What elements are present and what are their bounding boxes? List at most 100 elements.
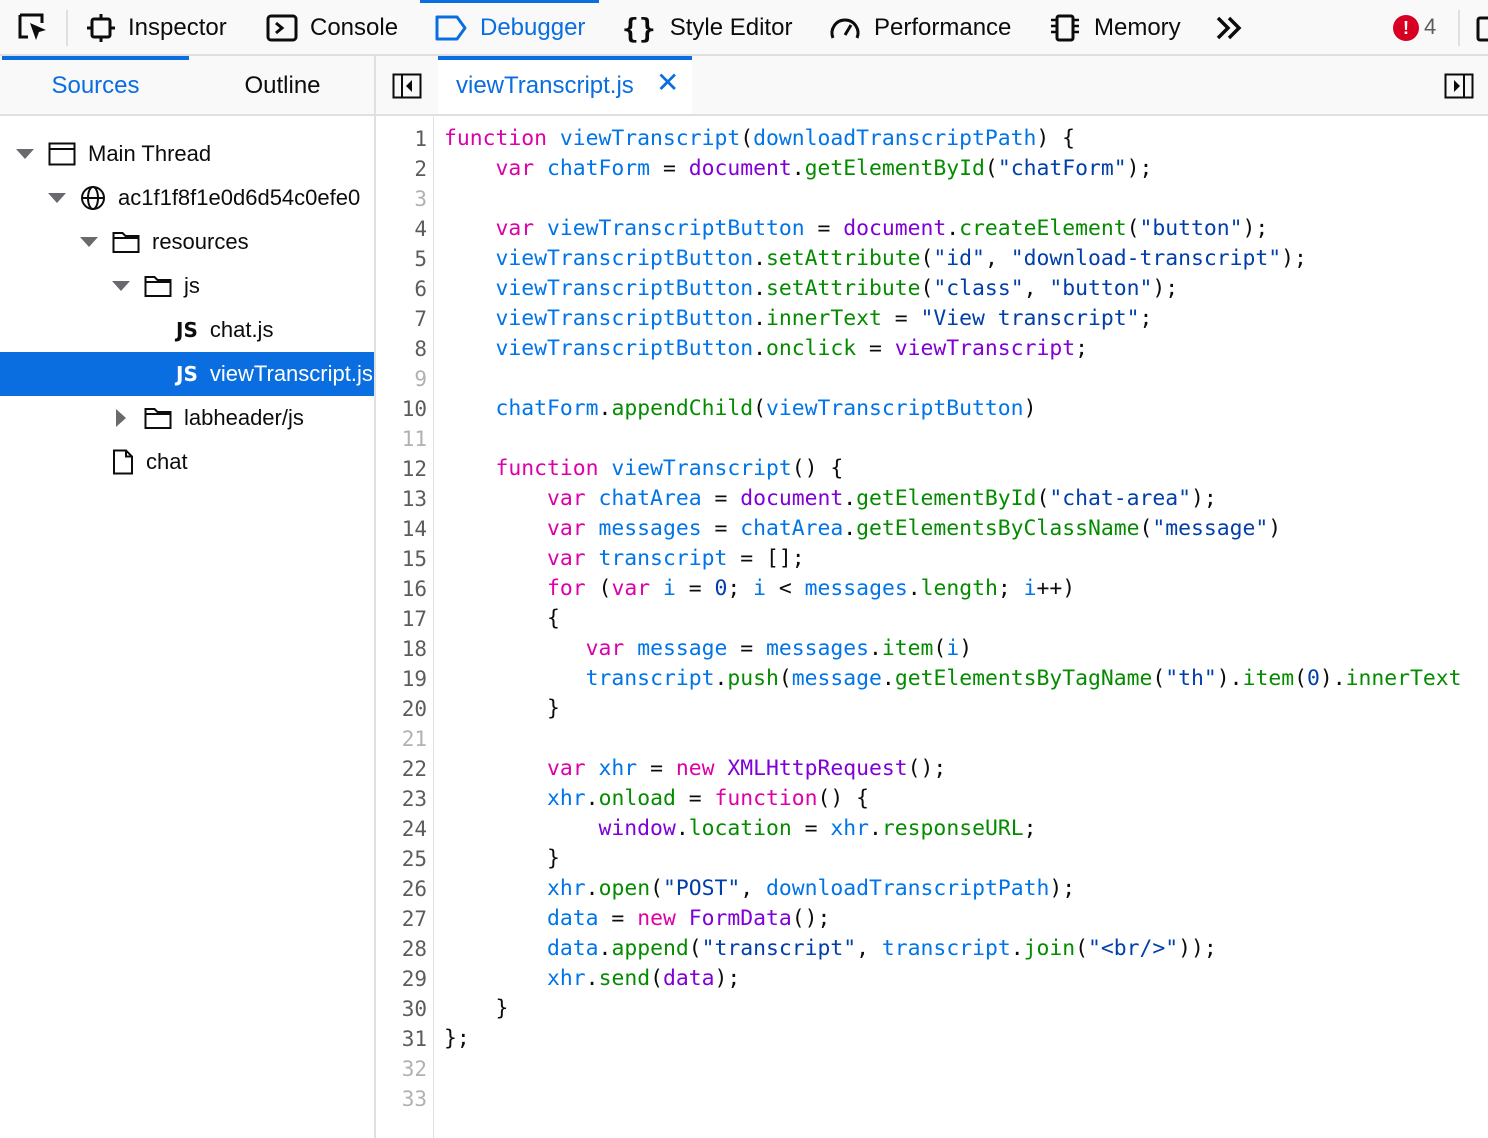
- code-token: viewTranscript: [559, 126, 741, 151]
- line-number[interactable]: 14: [402, 514, 427, 544]
- code-token: ++): [1036, 576, 1076, 601]
- tab-console[interactable]: Console: [266, 0, 398, 56]
- line-number[interactable]: 7: [414, 304, 427, 334]
- code-line: }: [444, 844, 560, 874]
- line-number[interactable]: 31: [402, 1024, 427, 1054]
- line-number[interactable]: 13: [402, 484, 427, 514]
- code-token: createElement: [959, 216, 1127, 241]
- line-number[interactable]: 27: [402, 904, 427, 934]
- code-token: xhr: [830, 816, 870, 841]
- line-number[interactable]: 20: [402, 694, 427, 724]
- code-token: }: [444, 696, 560, 721]
- tree-item-label: chat.js: [209, 317, 274, 342]
- tab-outline[interactable]: Outline: [189, 56, 376, 114]
- tree-item-main-thread[interactable]: Main Thread: [0, 132, 374, 176]
- close-tab-icon[interactable]: ✕: [656, 68, 679, 98]
- line-number[interactable]: 4: [414, 214, 427, 244]
- code-token: ;: [1139, 306, 1153, 331]
- dock-options-icon[interactable]: [1474, 14, 1488, 44]
- tree-item-label: Main Thread: [88, 141, 212, 166]
- line-number[interactable]: 33: [402, 1084, 427, 1114]
- tab-inspector[interactable]: Inspector: [86, 0, 227, 56]
- toggle-debugger-panel-icon[interactable]: [1444, 73, 1474, 99]
- tab-performance[interactable]: Performance: [828, 0, 1011, 56]
- code-token: viewTranscriptButton: [495, 306, 754, 331]
- tree-item-label: labheader/js: [184, 405, 304, 430]
- element-picker-button[interactable]: [16, 0, 62, 56]
- line-number[interactable]: 9: [414, 364, 427, 394]
- line-number[interactable]: 16: [402, 574, 427, 604]
- editor-tab-viewtranscript[interactable]: viewTranscript.js ✕: [438, 56, 692, 114]
- tree-item-resources[interactable]: resources: [0, 220, 374, 264]
- tree-item-domain[interactable]: ac1f1f8f1e0d6d54c0efe0: [0, 176, 374, 220]
- code-token: "id": [933, 246, 985, 271]
- code-token: =: [650, 156, 689, 181]
- tree-item-labheader-js[interactable]: labheader/js: [0, 396, 374, 440]
- line-number[interactable]: 26: [402, 874, 427, 904]
- tab-sources[interactable]: Sources: [2, 56, 189, 114]
- code-editor[interactable]: function viewTranscript(downloadTranscri…: [444, 116, 1488, 1138]
- code-token: chatArea: [740, 516, 844, 541]
- tree-item-js[interactable]: js: [0, 264, 374, 308]
- error-icon[interactable]: !: [1393, 15, 1419, 41]
- line-number[interactable]: 22: [402, 754, 427, 784]
- line-number[interactable]: 24: [402, 814, 427, 844]
- tree-item-chat-js[interactable]: JS chat.js: [0, 308, 374, 352]
- code-token: new: [637, 906, 689, 931]
- code-token: ;: [1075, 336, 1088, 361]
- code-token: var: [585, 636, 638, 661]
- tab-style-editor[interactable]: {} Style Editor: [622, 0, 792, 56]
- line-number[interactable]: 1: [414, 124, 427, 154]
- line-number[interactable]: 21: [402, 724, 427, 754]
- line-number[interactable]: 6: [414, 274, 427, 304]
- code-token: .: [585, 876, 599, 901]
- line-number[interactable]: 10: [402, 394, 427, 424]
- tree-item-label: viewTranscript.js: [209, 361, 373, 386]
- line-number[interactable]: 29: [402, 964, 427, 994]
- code-token: setAttribute: [765, 276, 921, 301]
- expanded-arrow-icon: [80, 237, 98, 247]
- globe-icon: [81, 186, 105, 210]
- tab-label: Memory: [1094, 14, 1181, 41]
- tab-memory[interactable]: Memory: [1048, 0, 1181, 56]
- line-number[interactable]: 28: [402, 934, 427, 964]
- code-token: item: [1242, 666, 1295, 691]
- tab-debugger[interactable]: Debugger: [420, 0, 600, 56]
- line-number[interactable]: 32: [402, 1054, 427, 1084]
- line-number[interactable]: 3: [414, 184, 427, 214]
- line-number-gutter[interactable]: 1 2 3 4 5 6 7 8 9 10 11 12 13 14 15 16 17 18 19 20 21 22 23 24 2…: [376, 116, 434, 1138]
- sources-panel-tabs: Sources Outline: [0, 56, 376, 116]
- more-tools-button[interactable]: [1214, 0, 1256, 56]
- code-token: (: [933, 636, 947, 661]
- tree-item-viewtranscript-js[interactable]: JS viewTranscript.js: [0, 352, 374, 396]
- line-number[interactable]: 12: [402, 454, 427, 484]
- code-line: viewTranscriptButton.setAttribute("class…: [444, 274, 1179, 304]
- line-number[interactable]: 23: [402, 784, 427, 814]
- code-line: var messages = chatArea.getElementsByCla…: [444, 514, 1281, 544]
- line-number[interactable]: 11: [402, 424, 427, 454]
- line-number[interactable]: 25: [402, 844, 427, 874]
- line-number[interactable]: 18: [402, 634, 427, 664]
- code-token: function: [495, 456, 612, 481]
- code-token: );: [1242, 216, 1269, 241]
- js-icon: JS: [176, 362, 198, 386]
- code-token: (: [920, 246, 934, 271]
- line-number[interactable]: 8: [414, 334, 427, 364]
- tree-item-label: chat: [146, 449, 188, 474]
- code-token: "message": [1152, 516, 1269, 541]
- code-token: .: [753, 246, 766, 271]
- line-number[interactable]: 2: [414, 154, 427, 184]
- line-number[interactable]: 15: [402, 544, 427, 574]
- code-token: i: [662, 576, 676, 601]
- error-count[interactable]: 4: [1424, 14, 1436, 40]
- line-number[interactable]: 30: [402, 994, 427, 1024]
- line-number[interactable]: 5: [414, 244, 427, 274]
- line-number[interactable]: 17: [402, 604, 427, 634]
- line-number[interactable]: 19: [402, 664, 427, 694]
- toggle-sources-panel-icon[interactable]: [392, 73, 422, 99]
- tree-item-chat[interactable]: chat: [0, 440, 374, 484]
